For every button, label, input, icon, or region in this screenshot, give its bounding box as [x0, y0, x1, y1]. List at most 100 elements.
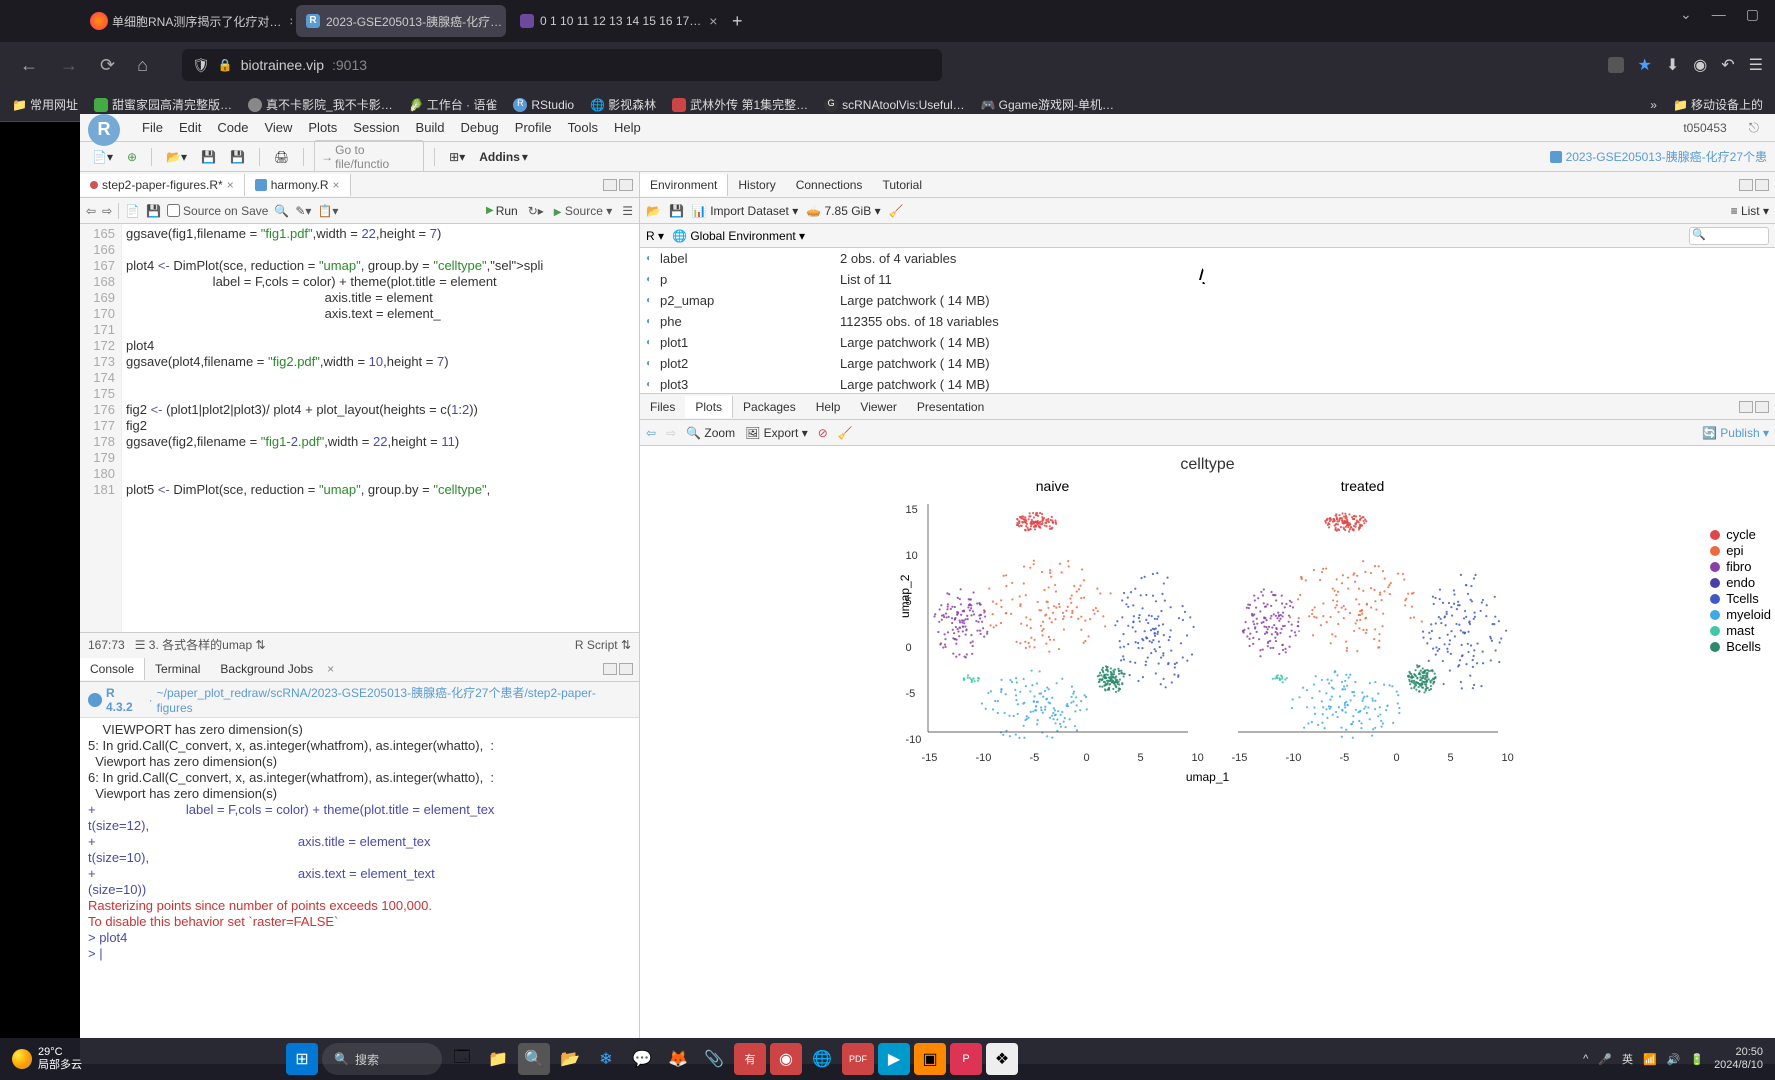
- project-label[interactable]: 2023-GSE205013-胰腺癌-化疗27个患: [1550, 148, 1767, 165]
- forward-button[interactable]: →: [52, 49, 86, 82]
- minimize-pane-icon[interactable]: [603, 663, 617, 675]
- mic-icon[interactable]: 🎤: [1598, 1053, 1612, 1066]
- task-view-icon[interactable]: 🗔: [446, 1043, 478, 1075]
- next-plot-icon[interactable]: ⇨: [666, 426, 676, 440]
- app-icon[interactable]: ❄: [590, 1043, 622, 1075]
- save-icon[interactable]: 💾: [146, 204, 161, 218]
- bookmark-mobile[interactable]: 📁移动设备上的: [1673, 96, 1763, 113]
- env-variable-row[interactable]: ◐plot1Large patchwork ( 14 MB): [640, 332, 1775, 353]
- explorer-icon[interactable]: 📂: [554, 1043, 586, 1075]
- tab-console[interactable]: Console: [80, 658, 145, 680]
- edge-icon[interactable]: 🌐: [806, 1043, 838, 1075]
- start-button[interactable]: ⊞: [286, 1043, 318, 1075]
- reload-button[interactable]: ⟳: [92, 49, 123, 82]
- goto-input[interactable]: → Go to file/functio: [314, 140, 424, 174]
- clock[interactable]: 20:502024/8/10: [1714, 1046, 1763, 1072]
- browser-tab-2[interactable]: R2023-GSE205013-胰腺癌-化疗…×: [296, 5, 506, 37]
- wand-icon[interactable]: ✎▾: [295, 204, 311, 218]
- app-icon[interactable]: 有: [734, 1043, 766, 1075]
- menu-profile[interactable]: Profile: [507, 120, 560, 135]
- list-mode-button[interactable]: ≡ List ▾: [1731, 204, 1769, 218]
- zoom-button[interactable]: 🔍 Zoom: [686, 426, 735, 440]
- tab-bgjobs[interactable]: Background Jobs: [210, 658, 323, 680]
- menu-code[interactable]: Code: [209, 120, 256, 135]
- close-icon[interactable]: ×: [709, 13, 717, 29]
- env-variable-row[interactable]: ◐plot3Large patchwork ( 14 MB): [640, 374, 1775, 393]
- find-icon[interactable]: 🔍: [274, 204, 289, 218]
- menu-file[interactable]: File: [134, 120, 171, 135]
- menu-build[interactable]: Build: [408, 120, 453, 135]
- battery-icon[interactable]: 🔋: [1690, 1053, 1704, 1066]
- url-input[interactable]: 🛡 🔒 biotrainee.vip:9013: [182, 49, 942, 81]
- section-icon[interactable]: 📋▾: [317, 204, 338, 218]
- menu-edit[interactable]: Edit: [171, 120, 209, 135]
- close-icon[interactable]: ×: [289, 13, 292, 29]
- new-project-button[interactable]: ⊕: [123, 148, 141, 166]
- tab-files[interactable]: Files: [640, 396, 685, 418]
- back-button[interactable]: ←: [12, 49, 46, 82]
- powerpoint-icon[interactable]: P: [950, 1043, 982, 1075]
- dropdown-icon[interactable]: ⌄: [1680, 6, 1692, 23]
- weather-widget[interactable]: 29°C局部多云: [12, 1046, 82, 1072]
- back-nav-icon[interactable]: ⇦: [86, 204, 96, 218]
- load-icon[interactable]: 📂: [646, 204, 661, 218]
- tray-chevron-icon[interactable]: ^: [1583, 1053, 1588, 1065]
- show-in-new-icon[interactable]: 📄: [125, 204, 140, 218]
- extensions-icon[interactable]: ↶: [1721, 55, 1734, 75]
- outline-icon[interactable]: ☰: [622, 204, 633, 218]
- env-variable-row[interactable]: ◐pList of 11: [640, 269, 1775, 290]
- app-icon[interactable]: 🔍: [518, 1043, 550, 1075]
- addins-button[interactable]: Addins ▾: [475, 148, 532, 166]
- run-button[interactable]: Run: [486, 204, 518, 218]
- source-button[interactable]: Source ▾: [554, 204, 612, 218]
- save-all-button[interactable]: 💾: [226, 148, 249, 166]
- taskbar-search[interactable]: 🔍 搜索: [322, 1043, 442, 1075]
- fwd-nav-icon[interactable]: ⇨: [102, 204, 112, 218]
- maximize-pane-icon[interactable]: [619, 179, 633, 191]
- tab-plots[interactable]: Plots: [685, 396, 733, 418]
- tab-history[interactable]: History: [728, 174, 785, 196]
- working-dir[interactable]: ~/paper_plot_redraw/scRNA/2023-GSE205013…: [157, 684, 631, 715]
- tab-environment[interactable]: Environment: [640, 174, 728, 196]
- app-icon[interactable]: 📎: [698, 1043, 730, 1075]
- menu-help[interactable]: Help: [606, 120, 649, 135]
- source-tab-1[interactable]: step2-paper-figures.R* ×: [80, 174, 245, 196]
- remove-plot-icon[interactable]: ⊘: [818, 426, 828, 440]
- close-icon[interactable]: ×: [333, 178, 340, 192]
- tab-help[interactable]: Help: [806, 396, 851, 418]
- prev-plot-icon[interactable]: ⇦: [646, 426, 656, 440]
- app-icon[interactable]: ▶: [878, 1043, 910, 1075]
- browser-tab-3[interactable]: 0 1 10 11 12 13 14 15 16 17…×: [510, 5, 720, 37]
- clear-plots-icon[interactable]: 🧹: [838, 426, 853, 440]
- maximize-pane-icon[interactable]: [619, 663, 633, 675]
- minimize-pane-icon[interactable]: [603, 179, 617, 191]
- source-tab-2[interactable]: harmony.R ×: [245, 174, 351, 196]
- maximize-pane-icon[interactable]: [1755, 179, 1769, 191]
- bookmark-star-icon[interactable]: ★: [1638, 55, 1652, 75]
- save-icon[interactable]: 💾: [669, 204, 684, 218]
- tab-tutorial[interactable]: Tutorial: [872, 174, 932, 196]
- wifi-icon[interactable]: 📶: [1643, 1053, 1657, 1066]
- env-variable-row[interactable]: ◐label2 obs. of 4 variables: [640, 248, 1775, 269]
- source-on-save-checkbox[interactable]: Source on Save: [167, 204, 268, 218]
- publish-button[interactable]: 🔄 Publish ▾: [1702, 426, 1769, 440]
- app-icon[interactable]: ◉: [770, 1043, 802, 1075]
- menu-icon[interactable]: ☰: [1749, 55, 1763, 75]
- maximize-icon[interactable]: ▢: [1746, 6, 1759, 23]
- menu-plots[interactable]: Plots: [300, 120, 345, 135]
- pdf-icon[interactable]: PDF: [842, 1043, 874, 1075]
- ime-lang[interactable]: 英: [1622, 1051, 1633, 1067]
- extension-icon[interactable]: [1608, 57, 1624, 73]
- new-file-button[interactable]: 📄▾: [88, 148, 117, 166]
- bookmark-item[interactable]: 真不卡影院_我不卡影…: [248, 96, 393, 113]
- app-icon[interactable]: ❖: [986, 1043, 1018, 1075]
- menu-view[interactable]: View: [256, 120, 300, 135]
- bookmark-item[interactable]: 🥬工作台 · 语雀: [409, 96, 498, 113]
- minimize-pane-icon[interactable]: [1739, 179, 1753, 191]
- code-editor[interactable]: 165 166 167 168 169 170 171 172 173 174 …: [80, 224, 639, 632]
- env-variable-row[interactable]: ◐phe112355 obs. of 18 variables: [640, 311, 1775, 332]
- home-button[interactable]: ⌂: [129, 49, 156, 82]
- bookmark-item[interactable]: 🎮Ggame游戏网-单机…: [981, 96, 1114, 113]
- bookmark-item[interactable]: 📁常用网址: [12, 96, 78, 113]
- account-icon[interactable]: ◉: [1693, 55, 1707, 75]
